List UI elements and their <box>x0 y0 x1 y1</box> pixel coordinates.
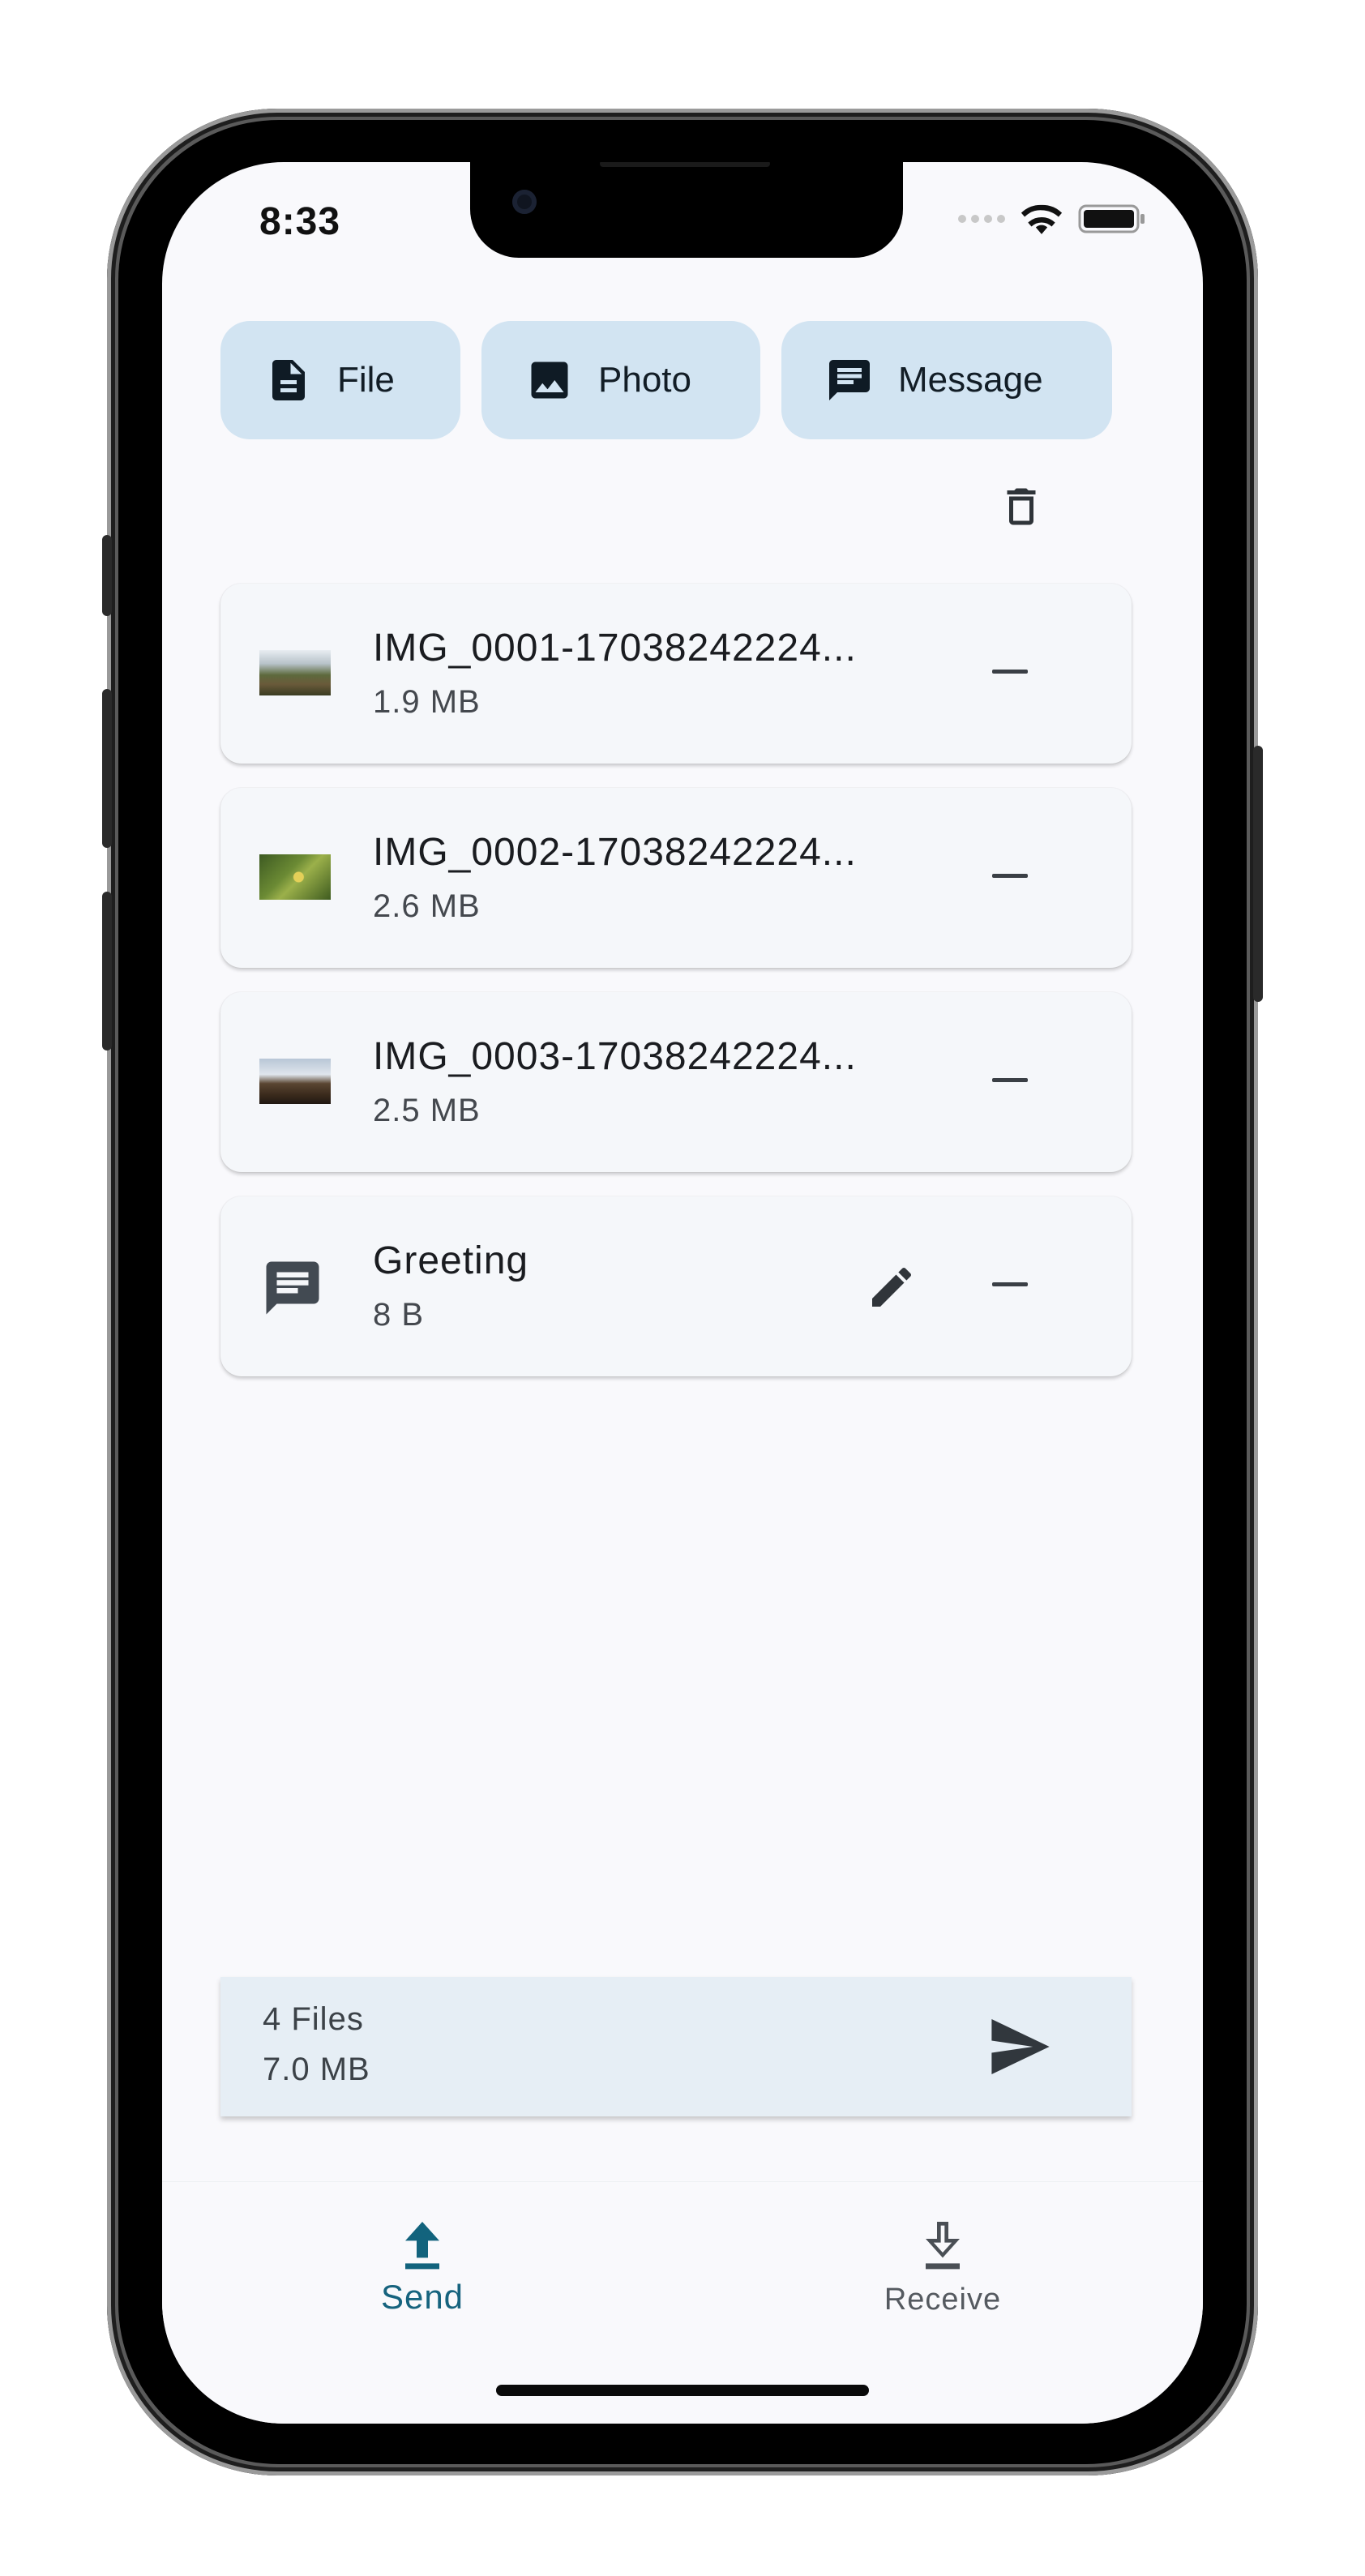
file-name: IMG_0001-17038242224... <box>373 627 857 670</box>
tab-receive[interactable]: Receive <box>682 2182 1203 2344</box>
file-size: 2.5 MB <box>373 1093 481 1128</box>
tab-send[interactable]: Send <box>162 2182 682 2344</box>
photo-icon <box>531 362 568 399</box>
message-icon <box>829 360 870 400</box>
selected-files-list: IMG_0001-17038242224... 1.9 MB IMG_0002-… <box>220 584 1132 1401</box>
file-size: 1.9 MB <box>373 684 481 720</box>
tab-receive-label: Receive <box>884 2283 1002 2317</box>
message-name: Greeting <box>373 1239 529 1282</box>
app-screen: 8:33 File Photo Message IMG_0001-1703824… <box>162 162 1203 2424</box>
minus-icon <box>992 1282 1028 1286</box>
remove-button[interactable] <box>974 843 1046 914</box>
add-photo-label: Photo <box>598 360 691 400</box>
add-message-button[interactable]: Message <box>781 321 1112 439</box>
file-name: IMG_0002-17038242224... <box>373 831 857 874</box>
list-item[interactable]: IMG_0002-17038242224... 2.6 MB <box>220 788 1132 968</box>
file-name: IMG_0003-17038242224... <box>373 1035 857 1078</box>
volume-down-button <box>102 892 112 1051</box>
status-icons <box>958 203 1146 235</box>
minus-icon <box>992 1078 1028 1082</box>
add-file-button[interactable]: File <box>220 321 460 439</box>
list-item[interactable]: IMG_0003-17038242224... 2.5 MB <box>220 992 1132 1172</box>
status-time: 8:33 <box>259 200 341 243</box>
remove-button[interactable] <box>974 1252 1046 1323</box>
add-file-label: File <box>337 360 395 400</box>
volume-up-button <box>102 689 112 848</box>
file-size: 2.6 MB <box>373 888 481 924</box>
image-thumbnail <box>259 1059 331 1104</box>
signal-icon <box>958 215 1005 223</box>
upload-icon <box>405 2222 439 2270</box>
message-size: 8 B <box>373 1297 425 1333</box>
speaker-grille <box>600 162 770 167</box>
message-icon <box>266 1261 319 1315</box>
remove-button[interactable] <box>974 639 1046 710</box>
battery-icon <box>1078 204 1145 233</box>
front-camera <box>512 190 537 214</box>
minus-icon <box>992 874 1028 878</box>
tab-send-label: Send <box>380 2278 464 2316</box>
file-count: 4 Files <box>263 2001 364 2037</box>
send-summary-bar[interactable]: 4 Files 7.0 MB <box>220 1977 1132 2116</box>
notch <box>470 162 903 258</box>
image-thumbnail <box>259 854 331 900</box>
send-icon[interactable] <box>989 2019 1052 2074</box>
image-thumbnail <box>259 650 331 695</box>
remove-button[interactable] <box>974 1047 1046 1119</box>
file-icon <box>272 360 305 400</box>
edit-icon[interactable] <box>866 1261 918 1313</box>
download-icon <box>926 2222 960 2270</box>
home-indicator[interactable] <box>496 2385 869 2396</box>
total-size: 7.0 MB <box>263 2052 370 2087</box>
power-button <box>1253 746 1263 1002</box>
add-actions: File Photo Message <box>220 321 1112 439</box>
mute-switch <box>102 535 112 616</box>
list-item[interactable]: IMG_0001-17038242224... 1.9 MB <box>220 584 1132 764</box>
add-message-label: Message <box>898 360 1043 400</box>
wifi-icon <box>1021 204 1063 234</box>
delete-all-icon[interactable] <box>997 482 1046 531</box>
add-photo-button[interactable]: Photo <box>481 321 760 439</box>
list-item[interactable]: Greeting 8 B <box>220 1196 1132 1376</box>
minus-icon <box>992 670 1028 674</box>
